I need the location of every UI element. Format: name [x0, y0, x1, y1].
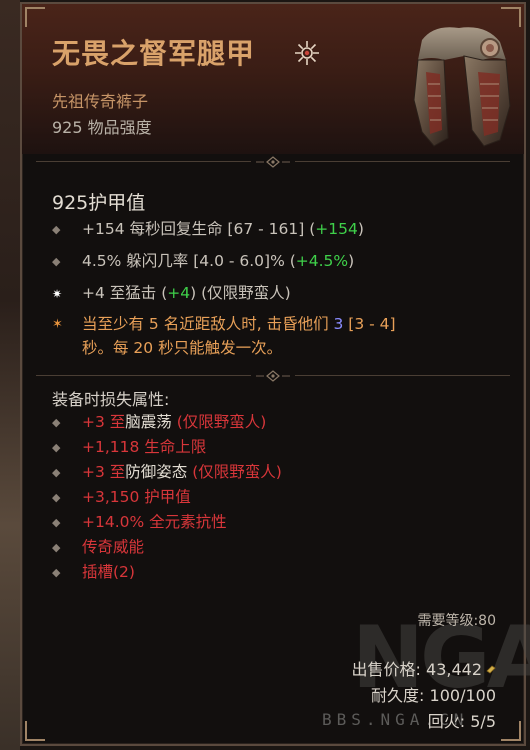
lost-stat-line: ◆ +1,118 生命上限 [52, 438, 207, 456]
item-power: 925 物品强度 [52, 118, 152, 137]
lost-stats-title: 装备时损失属性: [52, 390, 170, 409]
lost-stat-line: ◆ 传奇威能 [52, 538, 145, 556]
corner-ornament [25, 7, 45, 27]
durability: 耐久度: 100/100 [371, 686, 496, 705]
gold-coin-icon [486, 665, 496, 674]
ancestral-star-icon [295, 41, 319, 65]
required-level: 需要等级:80 [417, 613, 496, 629]
lost-stat-line: ◆ +14.0% 全元素抗性 [52, 513, 227, 531]
diamond-bullet-icon: ◆ [52, 222, 61, 236]
unique-power-line: ✶ 当至少有 5 名近距敌人时, 击昏他们 3 [3 - 4] [52, 315, 396, 333]
lost-stat-line: ◆ +3 至防御姿态 (仅限野蛮人) [52, 463, 282, 481]
diamond-bullet-icon: ◆ [52, 490, 61, 504]
affix-line: ✷ +4 至猛击 (+4) (仅限野蛮人) [52, 284, 291, 302]
item-tooltip: 无畏之督军腿甲 先祖传奇裤子 925 物品强度 925护甲值 ◆ +154 每秒… [20, 2, 530, 746]
item-name: 无畏之督军腿甲 [52, 37, 256, 70]
corner-ornament [501, 721, 521, 741]
lost-stat-line: ◆ 插槽(2) [52, 563, 135, 581]
item-type: 先祖传奇裤子 [52, 92, 149, 111]
diamond-bullet-icon: ◆ [52, 565, 61, 579]
leg-armor-image [413, 27, 511, 147]
unique-power-icon: ✶ [52, 316, 63, 332]
section-divider [36, 370, 510, 382]
diamond-bullet-icon: ◆ [52, 415, 61, 429]
section-divider [36, 156, 510, 168]
background-scene [0, 0, 20, 750]
diamond-bullet-icon: ◆ [52, 440, 61, 454]
lost-stat-line: ◆ +3 至脑震荡 (仅限野蛮人) [52, 413, 267, 431]
unique-power-line-2: 秒。每 20 秒只能触发一次。 [82, 339, 283, 357]
lost-stat-line: ◆ +3,150 护甲值 [52, 488, 191, 506]
diamond-bullet-icon: ◆ [52, 465, 61, 479]
star-bullet-icon: ✷ [52, 286, 63, 301]
diamond-bullet-icon: ◆ [52, 540, 61, 554]
diamond-bullet-icon: ◆ [52, 254, 61, 268]
tempering-charges: 回火: 5/5 [427, 712, 496, 731]
affix-line: ◆ +154 每秒回复生命 [67 - 161] (+154) [52, 220, 364, 238]
affix-line: ◆ 4.5% 躲闪几率 [4.0 - 6.0]% (+4.5%) [52, 252, 355, 270]
background-green-glyph [0, 98, 10, 114]
corner-ornament [25, 721, 45, 741]
armor-value: 925护甲值 [52, 192, 146, 214]
sell-price: 出售价格: 43,442 [352, 656, 496, 680]
diamond-bullet-icon: ◆ [52, 515, 61, 529]
